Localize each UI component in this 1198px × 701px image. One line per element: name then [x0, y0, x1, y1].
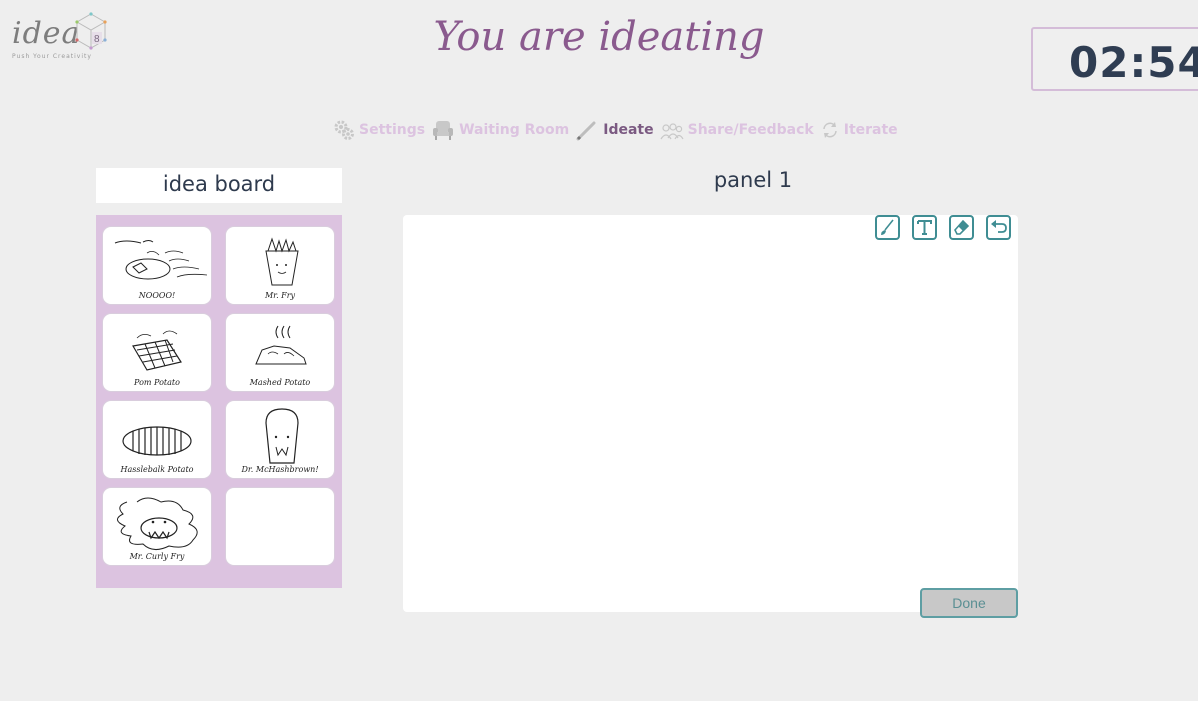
idea-thumbnail-5[interactable]: Hasslebalk Potato: [102, 400, 212, 479]
step-label: Settings: [359, 122, 426, 138]
undo-icon: [991, 220, 1007, 233]
idea-label: Mr. Fry: [264, 291, 296, 300]
panel-title: panel 1: [713, 168, 793, 192]
idea-label: Pom Potato: [134, 378, 180, 387]
step-settings[interactable]: Settings: [333, 119, 425, 141]
step-label: Share/Feedback: [687, 122, 814, 138]
step-ideate[interactable]: Ideate: [575, 118, 654, 142]
text-icon: [917, 220, 932, 235]
brush-icon: [881, 219, 894, 235]
eraser-tool-button[interactable]: [949, 215, 974, 240]
step-progress-nav: Settings Waiting Room Ideate Share/Feedb…: [333, 117, 904, 143]
timer-value: 02:54: [1069, 38, 1198, 87]
gear-icon: [334, 120, 354, 140]
idea-label: Mr. Curly Fry: [129, 552, 185, 561]
people-icon: [660, 123, 684, 140]
armchair-icon: [433, 121, 454, 140]
step-label: Waiting Room: [459, 122, 570, 138]
brush-tool-button[interactable]: [875, 215, 900, 240]
idea-label: Dr. McHashbrown!: [241, 465, 319, 474]
step-share-feedback[interactable]: Share/Feedback: [660, 119, 814, 141]
countdown-timer: 02:54: [1031, 27, 1198, 91]
idea-label: Mashed Potato: [249, 378, 311, 387]
refresh-icon: [822, 122, 837, 138]
idea-thumbnail-empty[interactable]: [225, 487, 335, 566]
page-title: You are ideating: [433, 14, 765, 60]
drawing-canvas[interactable]: [403, 215, 1018, 612]
eraser-icon: [954, 219, 970, 235]
step-waiting-room[interactable]: Waiting Room: [431, 118, 569, 142]
idea-thumbnail-6[interactable]: Dr. McHashbrown!: [225, 400, 335, 479]
idea-label: NOOOO!: [138, 291, 176, 300]
idea-board: NOOOO! Mr. Fry Pom Potato Mashed Potato: [96, 215, 342, 588]
step-label: Iterate: [843, 122, 898, 138]
text-tool-button[interactable]: [912, 215, 937, 240]
idea-board-title: idea board: [96, 168, 342, 203]
pencil-icon: [576, 121, 596, 141]
step-iterate[interactable]: Iterate: [820, 120, 898, 140]
idea-label: Hasslebalk Potato: [120, 465, 194, 474]
idea-thumbnail-1[interactable]: NOOOO!: [102, 226, 212, 305]
idea-thumbnail-2[interactable]: Mr. Fry: [225, 226, 335, 305]
done-button[interactable]: Done: [920, 588, 1018, 618]
idea-thumbnail-7[interactable]: Mr. Curly Fry: [102, 487, 212, 566]
step-label: Ideate: [603, 122, 654, 138]
idea-thumbnail-4[interactable]: Mashed Potato: [225, 313, 335, 392]
undo-tool-button[interactable]: [986, 215, 1011, 240]
idea-thumbnail-3[interactable]: Pom Potato: [102, 313, 212, 392]
